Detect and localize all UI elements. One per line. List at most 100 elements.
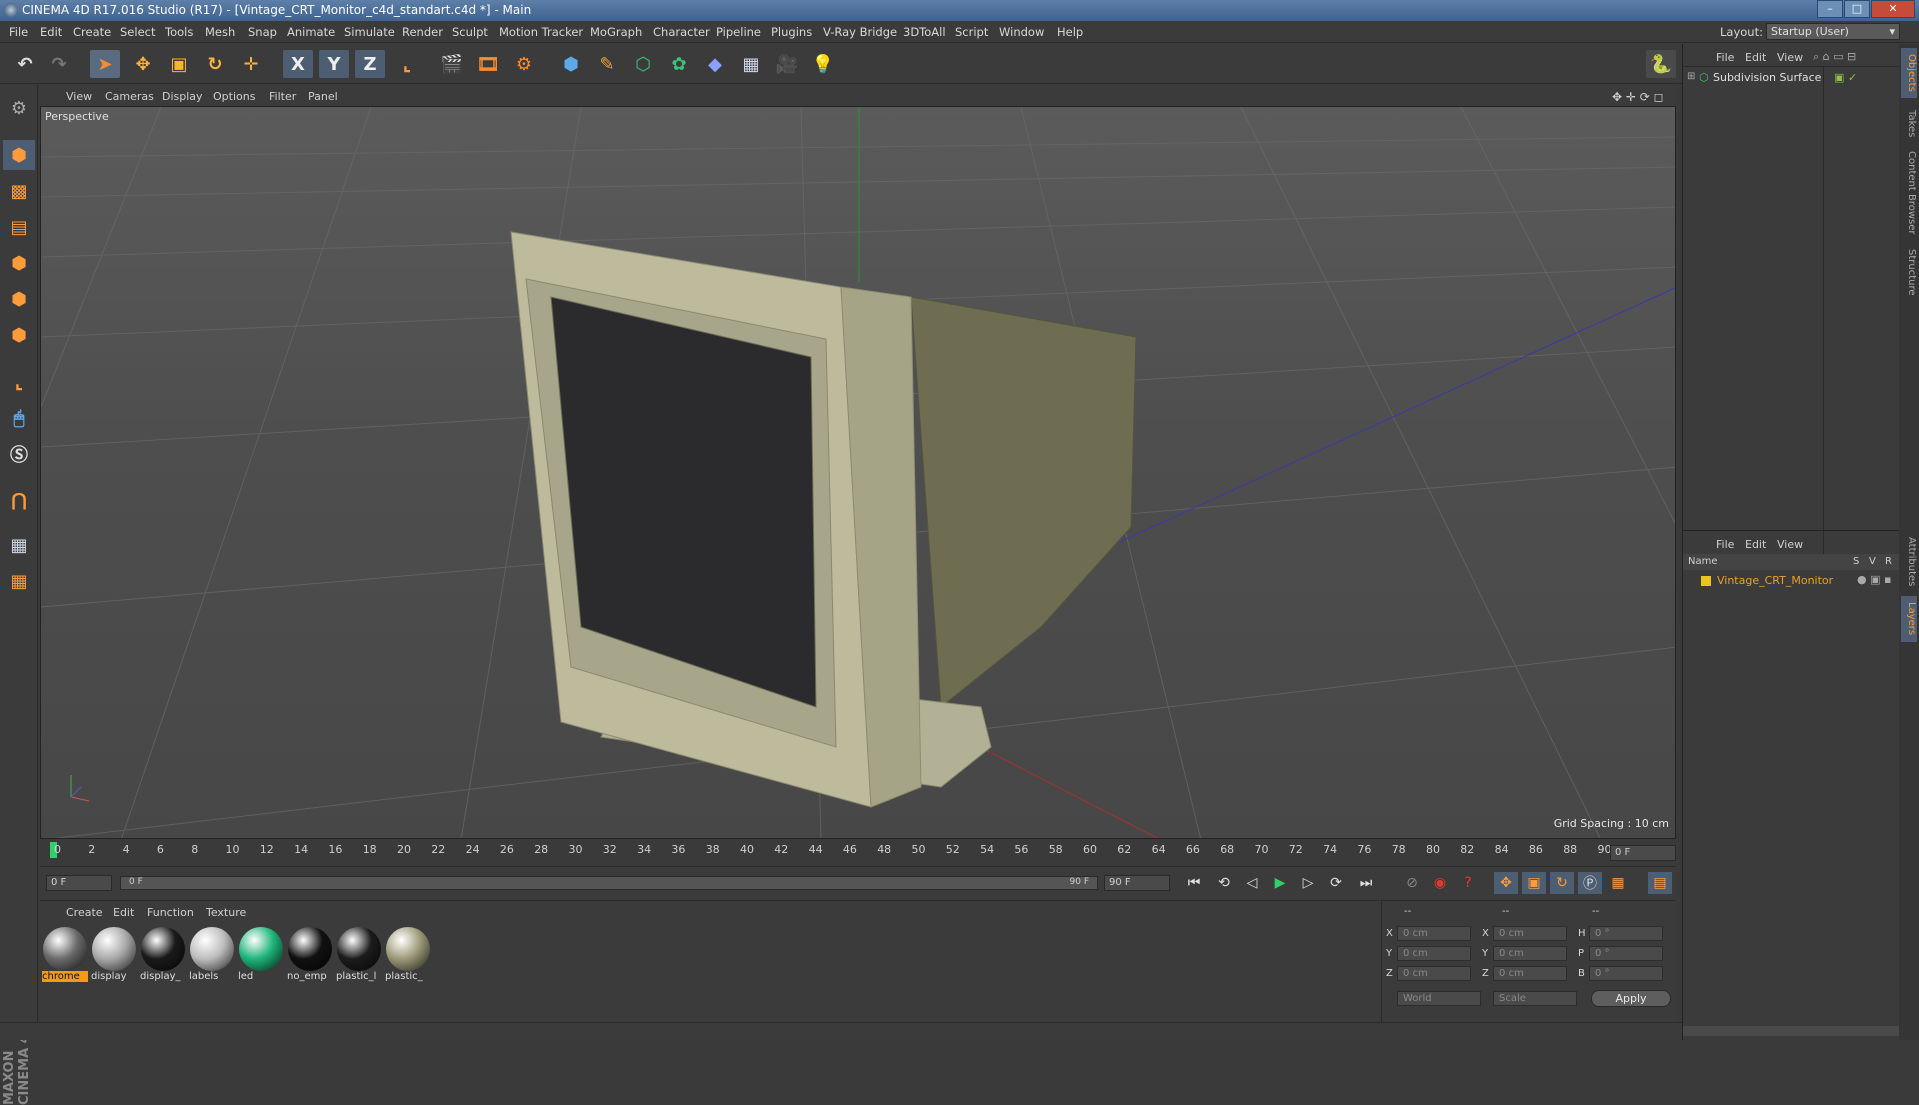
undo-icon[interactable]: ↶ xyxy=(10,50,40,78)
layer-row[interactable]: Vintage_CRT_Monitor ● ▣ ▪ xyxy=(1687,573,1897,589)
play-icon[interactable]: ▶ xyxy=(1268,872,1292,894)
size-x-field[interactable]: 0 cm xyxy=(1493,926,1567,941)
crt-monitor-model[interactable] xyxy=(510,231,1137,808)
edges-mode-icon[interactable]: ⬢ xyxy=(3,284,35,314)
points-mode-icon[interactable]: ⬢ xyxy=(3,248,35,278)
previous-key-icon[interactable]: ⟲ xyxy=(1212,872,1236,894)
close-button[interactable]: ✕ xyxy=(1871,0,1915,18)
autokey-icon[interactable]: ? xyxy=(1456,872,1480,894)
record-disabled-icon[interactable]: ⊘ xyxy=(1400,872,1424,894)
scale-icon[interactable]: ▣ xyxy=(164,50,194,78)
material-menu-create[interactable]: Create xyxy=(66,906,103,919)
position-y-field[interactable]: 0 cm xyxy=(1397,946,1471,961)
objects-menu-file[interactable]: File xyxy=(1716,51,1734,64)
menu-mesh[interactable]: Mesh xyxy=(205,25,235,39)
menu-plugins[interactable]: Plugins xyxy=(771,25,812,39)
material-menu-edit[interactable]: Edit xyxy=(113,906,134,919)
coordinate-system-icon[interactable]: ⌞ xyxy=(392,50,422,78)
maximize-button[interactable]: □ xyxy=(1844,0,1870,18)
viewport-menu-filter[interactable]: Filter xyxy=(269,90,296,103)
menu-motion-tracker[interactable]: Motion Tracker xyxy=(499,25,583,39)
material-item[interactable]: labels xyxy=(189,927,235,985)
material-item[interactable]: chrome xyxy=(42,927,88,985)
size-z-field[interactable]: 0 cm xyxy=(1493,966,1567,981)
material-item[interactable]: led xyxy=(238,927,284,985)
menu-file[interactable]: File xyxy=(9,25,28,39)
layout-select[interactable]: Startup (User) ▾ xyxy=(1766,23,1900,40)
menu-animate[interactable]: Animate xyxy=(287,25,335,39)
step-back-icon[interactable]: ◁ xyxy=(1240,872,1264,894)
texture-mode-icon[interactable]: ▩ xyxy=(3,176,35,206)
menu-script[interactable]: Script xyxy=(955,25,988,39)
object-enabled-check-icon[interactable]: ▣ ✓ xyxy=(1834,71,1857,84)
menu-sculpt[interactable]: Sculpt xyxy=(452,25,488,39)
key-rotation-icon[interactable]: ↻ xyxy=(1550,872,1574,894)
axis-x-button[interactable]: X xyxy=(283,50,313,78)
render-picture-viewer-icon[interactable]: 🎞 xyxy=(473,50,503,78)
tab-content-browser[interactable]: Content Browser xyxy=(1901,148,1917,238)
key-position-icon[interactable]: ✥ xyxy=(1494,872,1518,894)
model-mode-icon[interactable]: ⬢ xyxy=(3,140,35,170)
menu-select[interactable]: Select xyxy=(120,25,155,39)
position-x-field[interactable]: 0 cm xyxy=(1397,926,1471,941)
key-pla-icon[interactable]: ▦ xyxy=(1606,872,1630,894)
material-item[interactable]: plastic_l xyxy=(336,927,382,985)
viewport-menu-panel[interactable]: Panel xyxy=(308,90,338,103)
object-row[interactable]: ⊞ ⬡ Subdivision Surface ▣ ✓ xyxy=(1687,70,1892,86)
go-to-end-icon[interactable]: ⏭ xyxy=(1354,872,1378,894)
tweak-mode-icon[interactable]: 🖱 xyxy=(3,403,35,433)
current-frame-field[interactable]: 0 F xyxy=(1610,845,1676,861)
axis-z-button[interactable]: Z xyxy=(355,50,385,78)
range-slider[interactable]: 0 F 90 F xyxy=(120,876,1098,890)
move-icon[interactable]: ✥ xyxy=(128,50,158,78)
rotate-icon[interactable]: ↻ xyxy=(200,50,230,78)
objects-menu-view[interactable]: View xyxy=(1777,51,1803,64)
subdivision-icon[interactable]: ⬡ xyxy=(628,50,658,78)
tab-attributes[interactable]: Attributes xyxy=(1901,532,1917,592)
start-frame-field[interactable]: 0 F xyxy=(46,875,112,891)
viewport-menu-view[interactable]: View xyxy=(66,90,92,103)
menu-snap[interactable]: Snap xyxy=(248,25,277,39)
material-menu-function[interactable]: Function xyxy=(147,906,194,919)
viewport-menu-display[interactable]: Display xyxy=(162,90,203,103)
camera-icon[interactable]: 🎥 xyxy=(772,50,802,78)
panel-splitter[interactable] xyxy=(1683,530,1900,531)
tab-structure[interactable]: Structure xyxy=(1901,242,1917,302)
tab-takes[interactable]: Takes xyxy=(1901,104,1917,144)
edit-mode-icon[interactable]: ⚙ xyxy=(3,93,35,123)
deformer-icon[interactable]: ◆ xyxy=(700,50,730,78)
axis-y-button[interactable]: Y xyxy=(319,50,349,78)
material-item[interactable]: plastic_ xyxy=(385,927,431,985)
rotation-h-field[interactable]: 0 ° xyxy=(1589,926,1663,941)
menu-tools[interactable]: Tools xyxy=(165,25,193,39)
workplane-icon[interactable]: ▤ xyxy=(3,212,35,242)
menu-render[interactable]: Render xyxy=(402,25,443,39)
size-mode-select[interactable]: Scale xyxy=(1493,991,1577,1006)
objects-search-icon[interactable]: ⌕ ⌂ ▭ ⊟ xyxy=(1813,50,1856,64)
pen-spline-icon[interactable]: ✎ xyxy=(592,50,622,78)
workplane-lock-icon[interactable]: ▦ xyxy=(3,530,35,560)
menu-character[interactable]: Character xyxy=(653,25,710,39)
material-item[interactable]: no_emp xyxy=(287,927,333,985)
menu-create[interactable]: Create xyxy=(73,25,111,39)
viewport-menu-options[interactable]: Options xyxy=(213,90,255,103)
next-key-icon[interactable]: ⟳ xyxy=(1324,872,1348,894)
render-settings-icon[interactable]: ⚙ xyxy=(509,50,539,78)
size-y-field[interactable]: 0 cm xyxy=(1493,946,1567,961)
step-forward-icon[interactable]: ▷ xyxy=(1296,872,1320,894)
minimize-button[interactable]: – xyxy=(1817,0,1843,18)
go-to-start-icon[interactable]: ⏮ xyxy=(1182,872,1206,894)
polygons-mode-icon[interactable]: ⬢ xyxy=(3,320,35,350)
menu-vray-bridge[interactable]: V-Ray Bridge xyxy=(823,25,897,39)
menu-simulate[interactable]: Simulate xyxy=(344,25,395,39)
material-item[interactable]: display_ xyxy=(140,927,186,985)
menu-mograph[interactable]: MoGraph xyxy=(590,25,642,39)
material-item[interactable]: display xyxy=(91,927,137,985)
viewport-menu-cameras[interactable]: Cameras xyxy=(105,90,154,103)
menu-pipeline[interactable]: Pipeline xyxy=(716,25,761,39)
mograph-cloner-icon[interactable]: ✿ xyxy=(664,50,694,78)
timeline-ruler[interactable]: 0 2 4 6 8 10 12 14 16 18 20 22 24 26 28 30 32 34 36 38 40 42 4… xyxy=(40,840,1676,864)
tab-layers[interactable]: Layers xyxy=(1901,596,1917,642)
end-frame-field[interactable]: 90 F xyxy=(1104,875,1170,891)
floor-icon[interactable]: ▦ xyxy=(736,50,766,78)
